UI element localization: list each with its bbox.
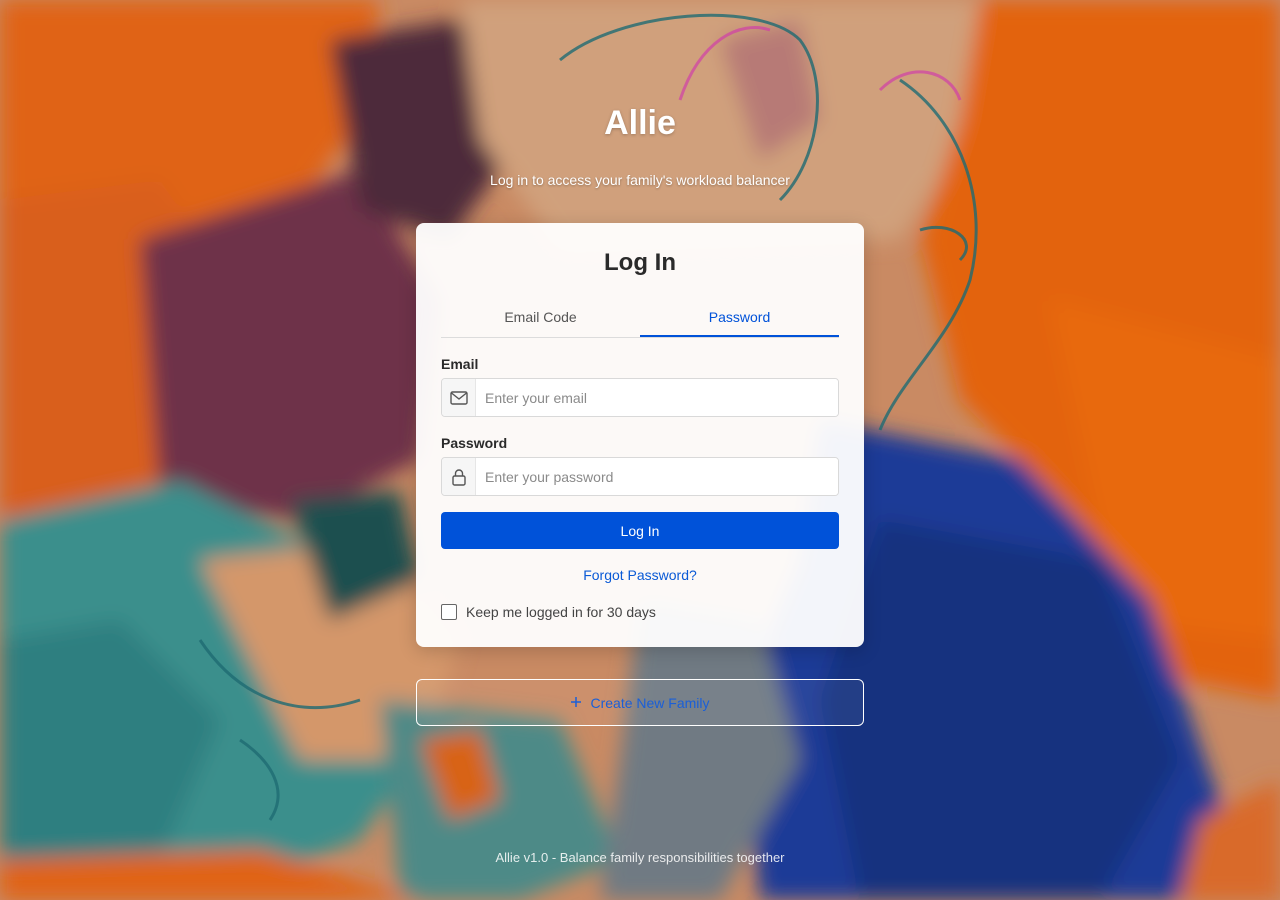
email-field: [441, 378, 839, 417]
keep-logged-in-checkbox[interactable]: [441, 604, 457, 620]
password-field: [441, 457, 839, 496]
keep-logged-in-option[interactable]: Keep me logged in for 30 days: [441, 603, 656, 621]
footer-text: Allie v1.0 - Balance family responsibili…: [495, 850, 785, 865]
app-subtitle: Log in to access your family's workload …: [490, 172, 790, 188]
login-button[interactable]: Log In: [441, 512, 839, 549]
email-label: Email: [441, 356, 479, 372]
app-title: Allie: [604, 104, 676, 142]
content-layer: Allie Log in to access your family's wor…: [0, 0, 1280, 900]
plus-icon: [570, 695, 582, 711]
forgot-password-link[interactable]: Forgot Password?: [416, 567, 864, 583]
tab-email-code[interactable]: Email Code: [441, 298, 640, 338]
password-label: Password: [441, 435, 508, 451]
login-page: Allie Log in to access your family's wor…: [0, 0, 1280, 900]
mail-icon: [442, 379, 476, 416]
login-tabs: Email Code Password: [441, 298, 839, 338]
lock-icon: [442, 458, 476, 495]
create-new-family-button[interactable]: Create New Family: [416, 679, 864, 726]
tab-password[interactable]: Password: [640, 298, 839, 337]
login-card: Log In Email Code Password Email Passwor…: [416, 223, 864, 647]
card-title: Log In: [604, 249, 676, 276]
create-new-family-label: Create New Family: [590, 694, 710, 711]
email-input[interactable]: [476, 379, 838, 416]
keep-logged-in-label: Keep me logged in for 30 days: [466, 604, 656, 620]
password-input[interactable]: [476, 458, 838, 495]
